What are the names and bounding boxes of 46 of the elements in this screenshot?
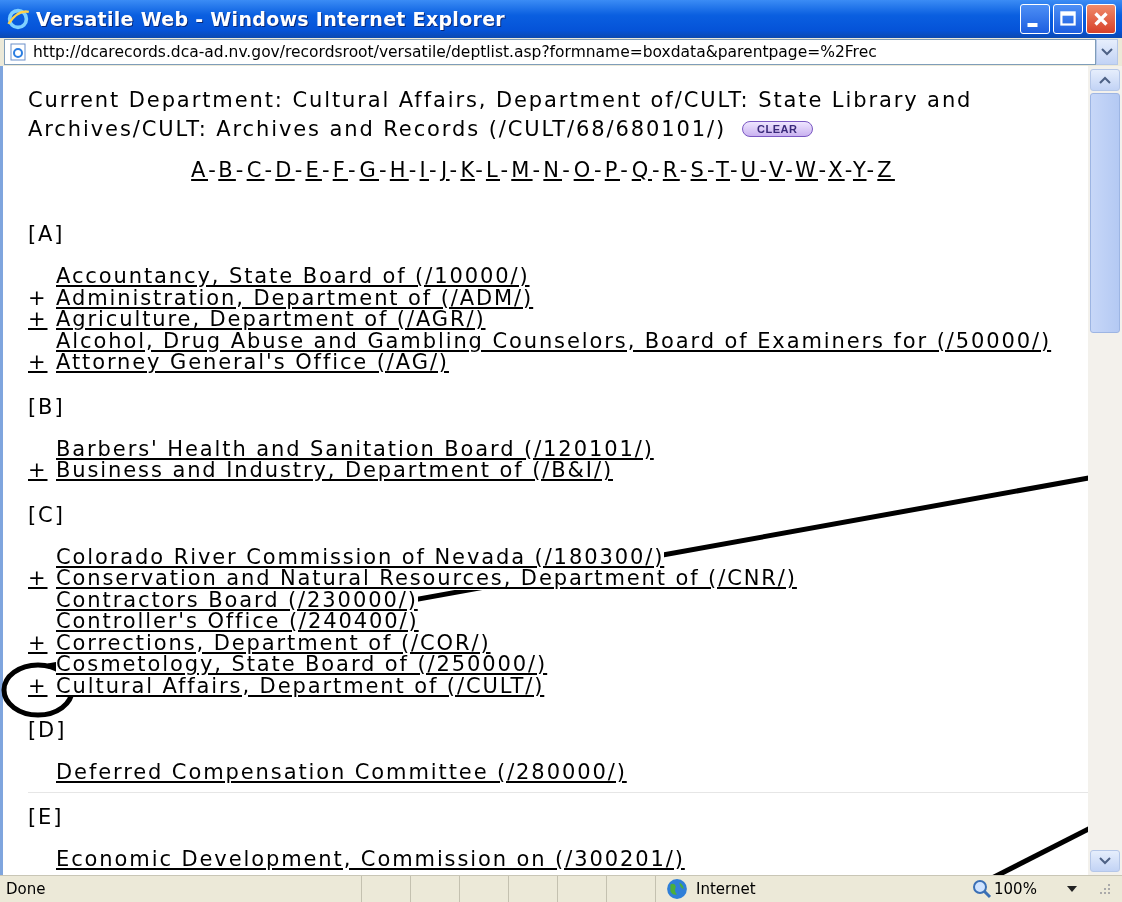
letter-link[interactable]: J bbox=[440, 158, 450, 182]
letter-link[interactable]: E bbox=[305, 158, 322, 182]
minimize-icon bbox=[1027, 23, 1038, 27]
department-link[interactable]: Alcohol, Drug Abuse and Gambling Counselors, Board of Examiners for (/50000/) bbox=[56, 330, 1052, 352]
department-link[interactable]: Agriculture, Department of (/AGR/) bbox=[56, 309, 486, 331]
window-title: Versatile Web - Windows Internet Explorer bbox=[36, 8, 507, 30]
department-link[interactable]: Accountancy, State Board of (/10000/) bbox=[56, 266, 530, 288]
security-zone-text: Internet bbox=[696, 880, 756, 898]
minimize-button[interactable] bbox=[1020, 4, 1050, 34]
chevron-up-icon bbox=[1099, 76, 1111, 84]
status-text: Done bbox=[6, 880, 47, 898]
letter-link[interactable]: M bbox=[511, 158, 533, 182]
letter-link[interactable]: I bbox=[419, 158, 429, 182]
letter-link[interactable]: C bbox=[246, 158, 265, 182]
chevron-down-icon bbox=[1101, 48, 1113, 56]
page-icon bbox=[9, 43, 27, 61]
scroll-up-button[interactable] bbox=[1090, 69, 1120, 91]
department-link[interactable]: Economic Development, Commission on (/300201/) bbox=[56, 848, 685, 870]
department-link[interactable]: Barbers' Health and Sanitation Board (/120101/) bbox=[56, 438, 654, 460]
letter-link[interactable]: A bbox=[191, 158, 209, 182]
letter-link[interactable]: U bbox=[740, 158, 760, 182]
browser-logo-icon bbox=[6, 7, 30, 31]
letter-link[interactable]: W bbox=[795, 158, 819, 182]
letter-link[interactable]: D bbox=[275, 158, 295, 182]
letter-link[interactable]: G bbox=[359, 158, 379, 182]
letter-link[interactable]: B bbox=[218, 158, 236, 182]
address-dropdown-button[interactable] bbox=[1096, 39, 1118, 65]
close-button[interactable] bbox=[1086, 4, 1116, 34]
maximize-button[interactable] bbox=[1053, 4, 1083, 34]
letter-link[interactable]: O bbox=[573, 158, 594, 182]
globe-icon bbox=[666, 878, 688, 900]
address-field[interactable]: http://dcarecords.dca-ad.nv.gov/recordsroot/versatile/deptlist.asp?formname=boxdata&parentpage=%2Frec bbox=[4, 39, 1096, 65]
department-link[interactable]: Cultural Affairs, Department of (/CULT/) bbox=[56, 675, 545, 697]
letter-link[interactable]: X bbox=[828, 158, 845, 182]
clear-button[interactable]: CLEAR bbox=[742, 121, 813, 137]
letter-link[interactable]: Z bbox=[877, 158, 895, 182]
letter-link[interactable]: H bbox=[389, 158, 409, 182]
department-link[interactable]: Administration, Department of (/ADM/) bbox=[56, 287, 534, 309]
department-link[interactable]: Deferred Compensation Committee (/280000/) bbox=[56, 762, 627, 784]
department-link[interactable]: Attorney General's Office (/AG/) bbox=[56, 352, 449, 374]
letter-link[interactable]: N bbox=[543, 158, 563, 182]
letter-link[interactable]: K bbox=[460, 158, 476, 182]
expand-toggle[interactable]: + bbox=[28, 307, 48, 331]
scroll-thumb[interactable] bbox=[1090, 93, 1120, 333]
letter-link[interactable]: Q bbox=[631, 158, 653, 182]
vertical-scrollbar[interactable] bbox=[1088, 66, 1122, 875]
